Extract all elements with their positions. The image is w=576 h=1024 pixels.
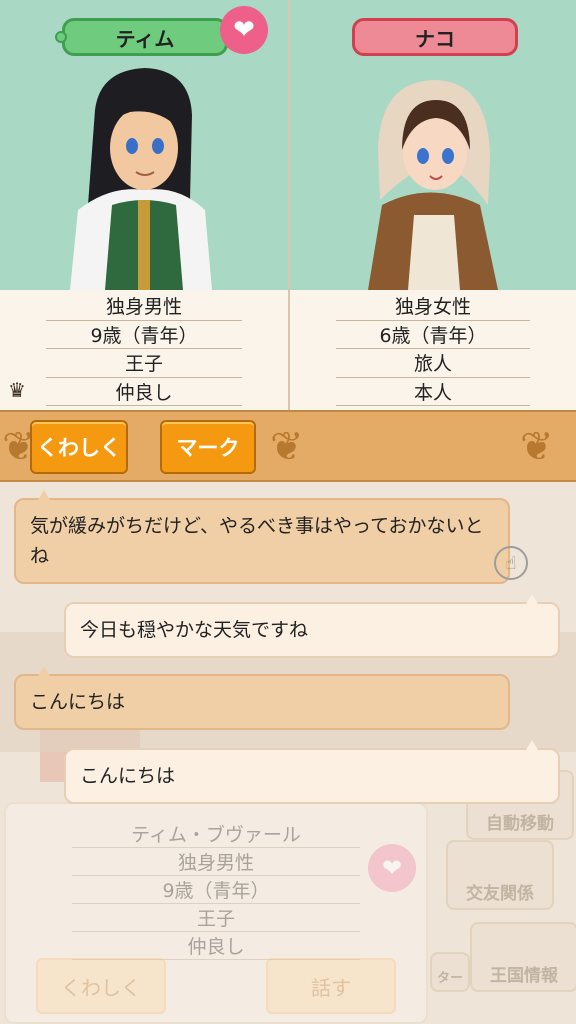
- action-toolbar: ❦ ❦ ❦ くわしく マーク: [0, 410, 576, 482]
- chat-bubble-4: こんにちは: [64, 740, 560, 804]
- left-portrait[interactable]: ティム ❤: [0, 0, 288, 290]
- left-name: ティム: [115, 26, 175, 51]
- right-name-badge: ナコ: [352, 18, 518, 56]
- ornament-center-icon: ❦: [270, 424, 304, 470]
- chat-text-1: 気が緩みがちだけど、やるべき事はやっておかないとね: [30, 515, 484, 567]
- bubble-tail: [526, 594, 538, 604]
- left-name-badge: ティム: [55, 18, 228, 56]
- bubble-tail: [38, 666, 50, 676]
- ghost-age: 9歳（青年）: [72, 876, 360, 904]
- details-button[interactable]: くわしく: [30, 420, 128, 474]
- relations-tile: 交友関係: [446, 840, 554, 910]
- right-info-status: 独身女性: [336, 292, 530, 321]
- right-character-panel: ナコ 独身女性 6歳（青年） 旅人 本人: [288, 0, 576, 410]
- badge-tag-icon: [55, 31, 67, 43]
- left-info: 独身男性 9歳（青年） 王子 仲良し: [0, 292, 288, 406]
- ghost-heart-icon: ❤: [368, 844, 416, 892]
- chat-bubble-2: 今日も穏やかな天気ですね: [64, 594, 560, 658]
- chat-bubble-1: 気が緩みがちだけど、やるべき事はやっておかないとね: [14, 490, 510, 584]
- chat-text-4: こんにちは: [80, 765, 176, 787]
- ghost-job: 王子: [72, 904, 360, 932]
- kingdom-info-tile: 王国情報: [470, 922, 576, 992]
- chat-bubble-3: こんにちは: [14, 666, 510, 730]
- left-info-status: 独身男性: [46, 292, 242, 321]
- tap-hint-icon[interactable]: ☝: [494, 546, 528, 580]
- left-info-job: 王子: [46, 349, 242, 378]
- profile-panels: ティム ❤ 独身男性 9歳（青年） 王子 仲良し ♛ ナコ 独身女性 6歳（青年…: [0, 0, 576, 410]
- crown-icon: ♛: [8, 378, 26, 402]
- left-character-panel: ティム ❤ 独身男性 9歳（青年） 王子 仲良し ♛: [0, 0, 288, 410]
- ghost-talk-button: 話す: [266, 958, 396, 1014]
- ghost-status: 独身男性: [72, 848, 360, 876]
- right-info-age: 6歳（青年）: [336, 321, 530, 349]
- right-name: ナコ: [415, 26, 455, 51]
- left-info-age: 9歳（青年）: [46, 321, 242, 349]
- left-info-relation: 仲良し: [46, 378, 242, 406]
- ghost-details-button: くわしく: [36, 958, 166, 1014]
- ornament-right-icon: ❦: [520, 424, 554, 470]
- center-tile: ター: [430, 952, 470, 992]
- chat-text-3: こんにちは: [30, 691, 126, 713]
- bubble-tail: [526, 740, 538, 750]
- mark-button[interactable]: マーク: [160, 420, 256, 474]
- right-info-job: 旅人: [336, 349, 530, 378]
- chat-text-2: 今日も穏やかな天気ですね: [80, 619, 309, 641]
- right-info: 独身女性 6歳（青年） 旅人 本人: [290, 292, 576, 406]
- bubble-tail: [38, 490, 50, 500]
- ghost-relation: 仲良し: [72, 932, 360, 960]
- right-portrait[interactable]: ナコ: [290, 0, 576, 290]
- right-info-relation: 本人: [336, 378, 530, 406]
- ghost-full-name: ティム・ブヴァール: [72, 820, 360, 848]
- heart-icon[interactable]: ❤: [220, 6, 268, 54]
